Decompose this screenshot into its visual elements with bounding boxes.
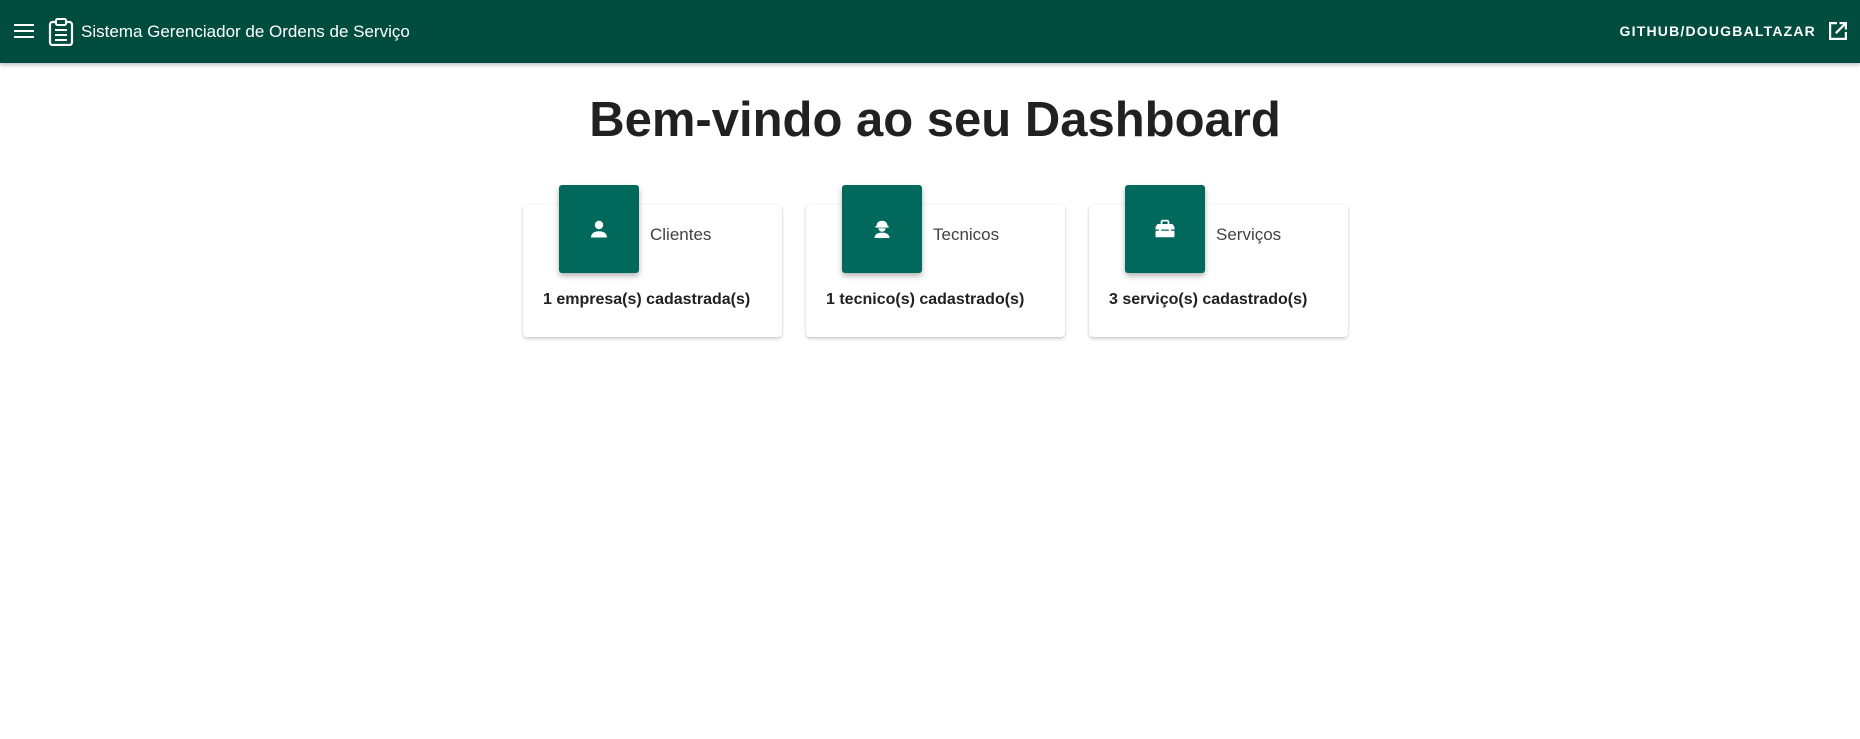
card-label: Tecnicos: [933, 225, 1000, 244]
app-bar: Sistema Gerenciador de Ordens de Serviço…: [0, 0, 1860, 63]
card-label: Clientes: [650, 225, 712, 244]
menu-button[interactable]: [10, 17, 38, 45]
card-badge: [842, 185, 922, 273]
open-in-new-icon: [1829, 22, 1847, 40]
card-tecnicos[interactable]: Tecnicos 1 tecnico(s) cadastrado(s): [806, 185, 1065, 337]
menu-icon: [14, 24, 34, 38]
app-title: Sistema Gerenciador de Ordens de Serviço: [81, 22, 410, 41]
toolbox-icon: [1155, 219, 1175, 238]
card-servicos[interactable]: Serviços 3 serviço(s) cadastrado(s): [1089, 185, 1348, 337]
card-badge: [1125, 185, 1205, 273]
card-clientes[interactable]: Clientes 1 empresa(s) cadastrada(s): [523, 185, 782, 337]
card-count: 3 serviço(s) cadastrado(s): [1109, 291, 1308, 308]
page-title: Bem-vindo ao seu Dashboard: [589, 93, 1281, 147]
card-count: 1 empresa(s) cadastrada(s): [543, 291, 751, 308]
github-link-label: GITHUB/DOUGBALTAZAR: [1619, 23, 1816, 39]
account-icon: [591, 220, 607, 238]
card-label: Serviços: [1216, 225, 1282, 244]
clipboard-icon: [48, 18, 74, 46]
card-badge: [559, 185, 639, 273]
github-link[interactable]: GITHUB/DOUGBALTAZAR: [1620, 16, 1850, 46]
worker-helmet-icon: [874, 220, 890, 238]
card-count: 1 tecnico(s) cadastrado(s): [826, 291, 1025, 308]
